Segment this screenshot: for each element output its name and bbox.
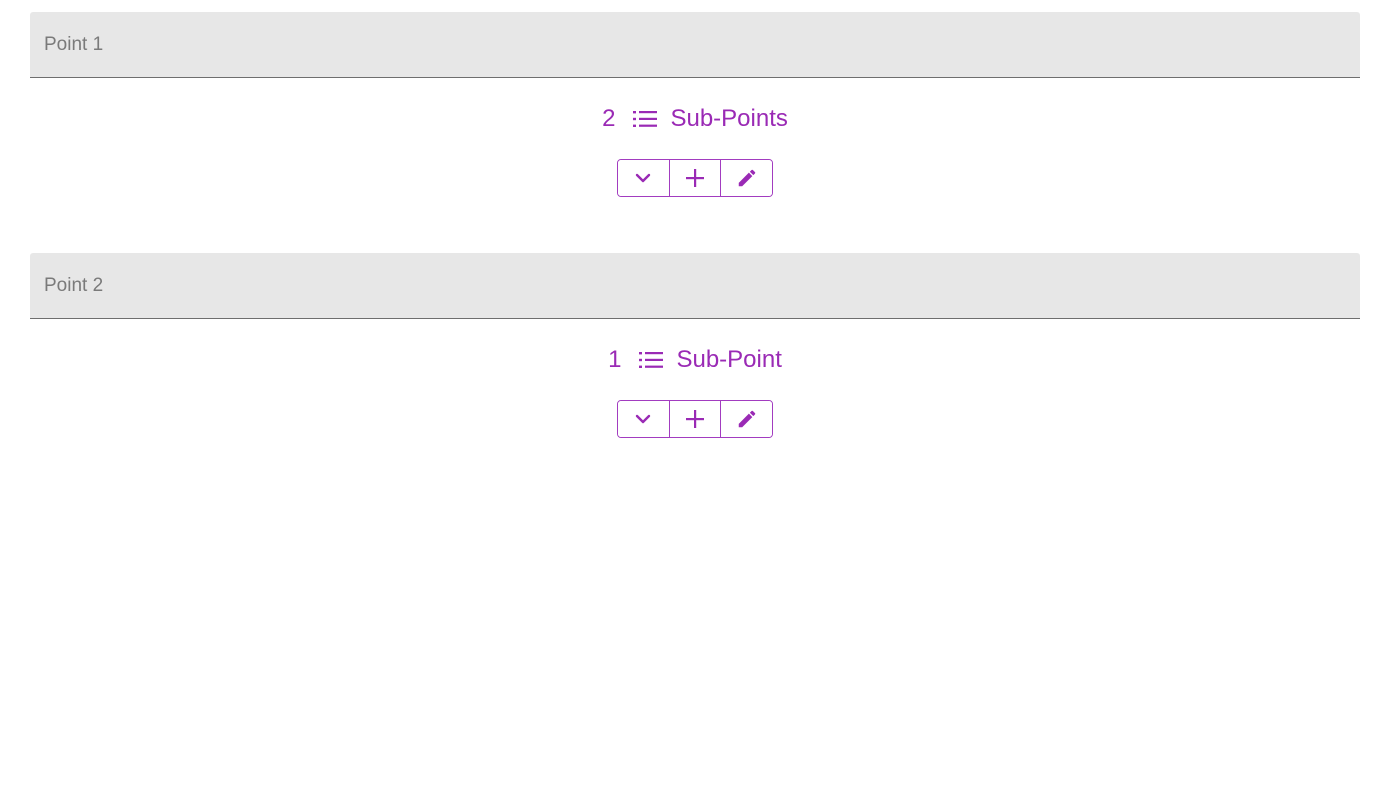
expand-button[interactable] (618, 160, 669, 196)
plus-icon (685, 409, 705, 429)
list-icon (633, 109, 658, 129)
edit-button[interactable] (720, 160, 772, 196)
chevron-down-icon (635, 173, 651, 183)
chevron-down-icon (635, 414, 651, 424)
list-icon (639, 350, 664, 370)
point-actions (617, 400, 773, 438)
point-title: Point 2 (44, 274, 104, 296)
point-title: Point 1 (44, 33, 104, 55)
plus-icon (685, 168, 705, 188)
sub-points-label: Sub-Points (670, 105, 788, 132)
page: Point 1 2 Sub-Points Point 2 1 Sub-Point (0, 0, 1400, 800)
point-header[interactable]: Point 2 (30, 253, 1360, 319)
expand-button[interactable] (618, 401, 669, 437)
point-card-2: Point 2 1 Sub-Point (30, 253, 1360, 438)
point-actions (617, 159, 773, 197)
sub-points-summary[interactable]: 1 Sub-Point (30, 345, 1360, 375)
pencil-icon (736, 167, 758, 189)
sub-points-label: Sub-Point (676, 346, 782, 373)
sub-points-summary[interactable]: 2 Sub-Points (30, 104, 1360, 134)
add-sub-point-button[interactable] (668, 401, 721, 437)
edit-button[interactable] (720, 401, 772, 437)
sub-points-count: 2 (602, 105, 616, 132)
sub-points-count: 1 (608, 346, 622, 373)
point-header[interactable]: Point 1 (30, 12, 1360, 78)
pencil-icon (736, 408, 758, 430)
add-sub-point-button[interactable] (668, 160, 721, 196)
point-card-1: Point 1 2 Sub-Points (30, 12, 1360, 197)
